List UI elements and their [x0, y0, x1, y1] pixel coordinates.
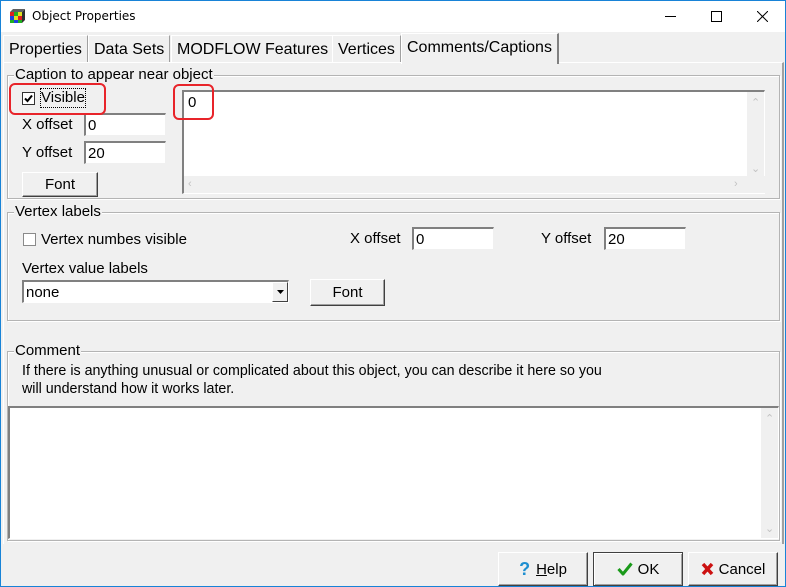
caption-text: 0: [188, 94, 197, 111]
minimize-button[interactable]: [647, 1, 693, 32]
caption-y-offset-input[interactable]: [84, 141, 166, 164]
cancel-button-label: Cancel: [718, 560, 766, 578]
comment-description-line1: If there is anything unusual or complica…: [22, 362, 602, 379]
cancel-icon: [701, 562, 713, 576]
scroll-down-icon[interactable]: ⌄: [765, 524, 774, 535]
title-bar[interactable]: Object Properties: [1, 1, 785, 32]
visible-label[interactable]: Visible: [40, 88, 86, 108]
scroll-up-icon[interactable]: ⌃: [751, 98, 760, 109]
tab-modflow-features[interactable]: MODFLOW Features: [171, 35, 335, 63]
caption-group-label: Caption to appear near object: [14, 66, 214, 84]
caption-text-area[interactable]: 0 ⌃ ⌄ ‹ ›: [182, 90, 767, 194]
ok-button[interactable]: OK: [593, 552, 683, 586]
comment-text-area[interactable]: ⌃ ⌄: [8, 406, 779, 539]
object-properties-window: Object Properties Properties Data Sets M…: [0, 0, 786, 587]
visible-checkbox[interactable]: [22, 92, 35, 105]
tab-properties[interactable]: Properties: [3, 35, 88, 63]
tab-label: Data Sets: [94, 41, 165, 58]
comment-group-label: Comment: [14, 342, 82, 360]
vertex-font-button[interactable]: Font: [310, 279, 385, 306]
vertex-numbers-visible-label[interactable]: Vertex numbes visible: [41, 231, 187, 249]
tab-vertices[interactable]: Vertices: [332, 35, 401, 63]
scroll-down-icon[interactable]: ⌄: [751, 164, 760, 175]
checkmark-icon: [24, 94, 33, 103]
help-button[interactable]: ? Help: [498, 552, 588, 586]
tab-label: Properties: [9, 41, 82, 58]
caption-font-button-label: Font: [44, 176, 75, 193]
help-accelerator: H: [536, 560, 547, 578]
chevron-down-icon: [276, 290, 284, 294]
vertex-y-offset-label: Y offset: [541, 230, 592, 247]
app-icon: [10, 9, 25, 23]
vertex-labels-group-label: Vertex labels: [14, 203, 102, 221]
vertex-x-offset-input[interactable]: [412, 227, 494, 250]
comment-description-line2: will understand how it works later.: [22, 380, 235, 397]
vertex-font-button-label: Font: [332, 284, 363, 301]
comment-vertical-scrollbar[interactable]: ⌃ ⌄: [761, 408, 778, 538]
close-icon: [756, 11, 768, 22]
help-icon: ?: [519, 558, 531, 579]
window-title: Object Properties: [32, 9, 136, 23]
tab-label: Comments/Captions: [407, 39, 552, 56]
vertex-y-offset-input[interactable]: [604, 227, 686, 250]
minimize-icon: [664, 16, 676, 17]
tab-label: Vertices: [338, 41, 395, 58]
caption-horizontal-scrollbar[interactable]: ‹ ›: [184, 176, 767, 193]
maximize-button[interactable]: [693, 1, 739, 32]
tab-data-sets[interactable]: Data Sets: [88, 35, 171, 63]
vertex-value-labels-select[interactable]: none: [22, 280, 289, 303]
scroll-up-icon[interactable]: ⌃: [765, 414, 774, 425]
scroll-right-icon[interactable]: ›: [734, 179, 738, 190]
vertex-numbers-visible-checkbox[interactable]: [23, 233, 36, 246]
caption-vertical-scrollbar[interactable]: ⌃ ⌄: [747, 92, 764, 177]
ok-button-label: OK: [637, 560, 660, 578]
close-button[interactable]: [739, 1, 785, 32]
caption-x-offset-input[interactable]: [84, 113, 166, 136]
caption-x-offset-label: X offset: [22, 116, 73, 133]
maximize-icon: [710, 11, 722, 22]
vertex-value-labels-selected: none: [26, 284, 60, 301]
vertex-value-labels-label: Vertex value labels: [22, 260, 148, 277]
caption-y-offset-label: Y offset: [22, 144, 73, 161]
help-button-label: elp: [546, 560, 567, 578]
cancel-button[interactable]: Cancel: [688, 552, 778, 586]
scroll-left-icon[interactable]: ‹: [188, 179, 192, 190]
vertex-x-offset-label: X offset: [350, 230, 401, 247]
dropdown-button[interactable]: [272, 282, 288, 302]
checkmark-icon: [617, 562, 633, 576]
tab-comments-captions[interactable]: Comments/Captions: [401, 33, 559, 64]
tab-label: MODFLOW Features: [177, 41, 329, 58]
caption-font-button[interactable]: Font: [22, 172, 98, 197]
